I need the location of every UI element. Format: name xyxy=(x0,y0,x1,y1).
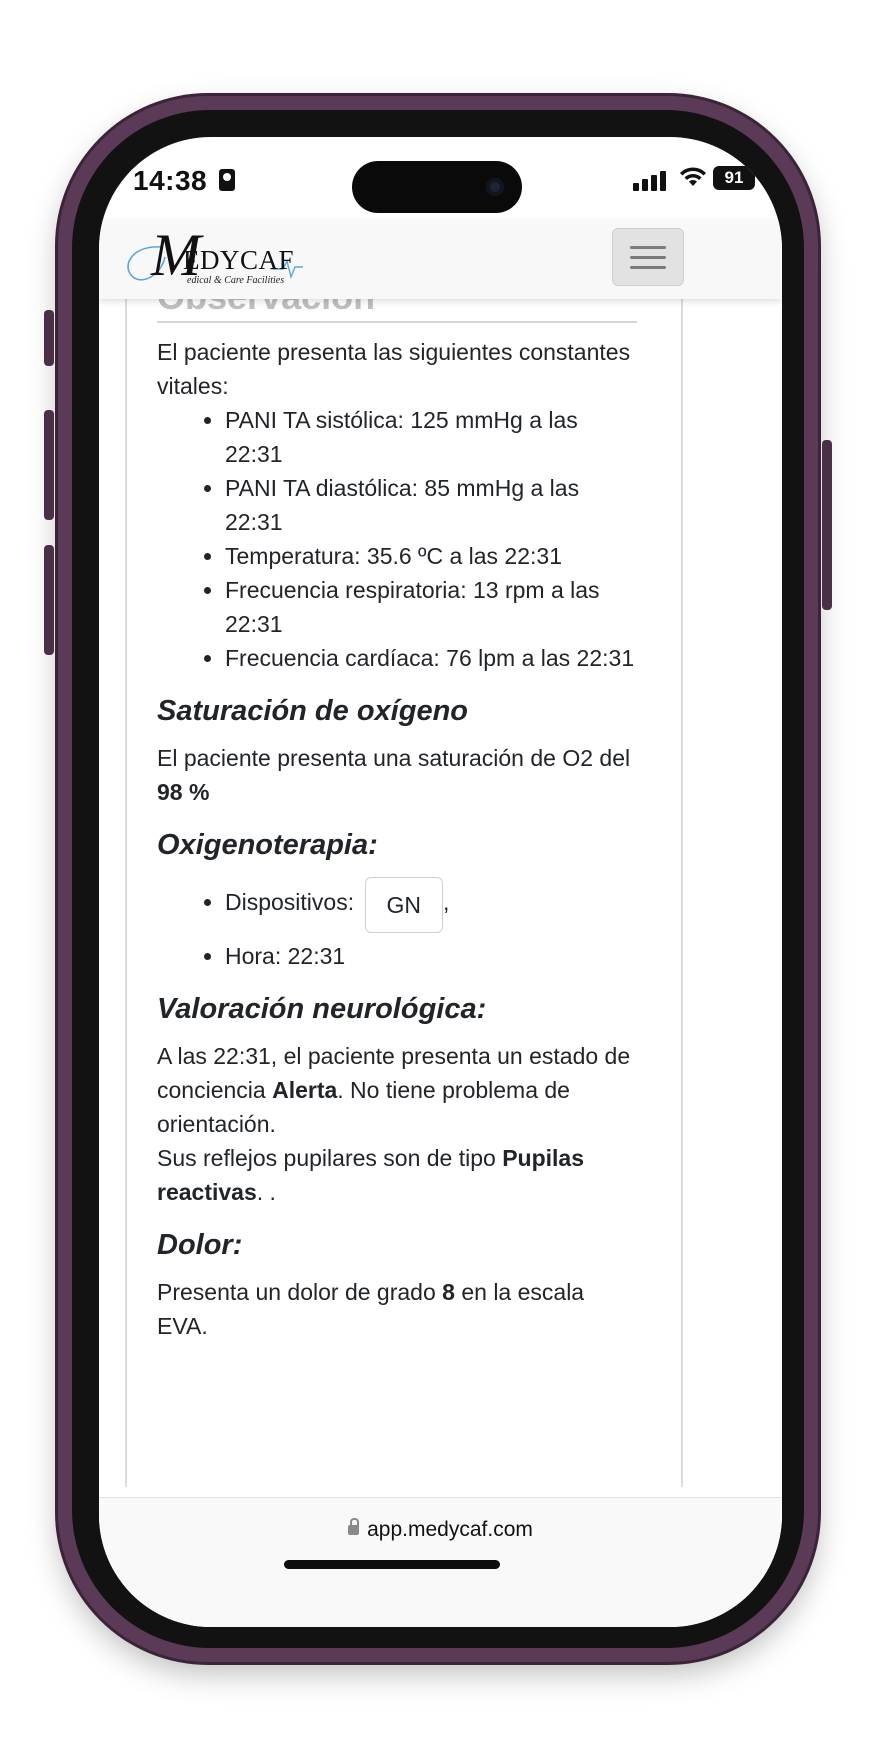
oxygen-therapy-heading: Oxigenoterapia: xyxy=(157,829,378,861)
home-indicator[interactable] xyxy=(284,1560,500,1569)
sim-card-icon xyxy=(219,169,235,191)
logo-tagline: edical & Care Facilities xyxy=(187,275,285,286)
saturation-heading: Saturación de oxígeno xyxy=(157,695,468,727)
url-text: app.medycaf.com xyxy=(367,1518,533,1541)
saturation-text: El paciente presenta una saturación de O… xyxy=(157,741,637,809)
logo-text: EDYCAF xyxy=(183,245,295,275)
list-item: PANI TA diastólica: 85 mmHg a las 22:31 xyxy=(225,471,637,539)
saturation-label: El paciente presenta una saturación de O… xyxy=(157,745,631,771)
front-camera-icon xyxy=(486,178,504,196)
hamburger-icon-bar xyxy=(630,266,666,269)
hamburger-icon xyxy=(630,246,666,249)
list-item: Temperatura: 35.6 ºC a las 22:31 xyxy=(225,539,637,573)
neuro-text-4: . . xyxy=(256,1179,276,1205)
pain-text: Presenta un dolor de grado 8 en la escal… xyxy=(157,1275,637,1343)
browser-url-bar[interactable]: app.medycaf.com xyxy=(99,1497,782,1627)
neuro-text: A las 22:31, el paciente presenta un est… xyxy=(157,1039,637,1209)
status-time: 14:38 xyxy=(133,165,208,196)
signal-icon xyxy=(633,167,673,191)
pain-grade: 8 xyxy=(442,1279,455,1305)
device-badge: GN xyxy=(364,877,443,933)
devices-label: Dispositivos: xyxy=(225,889,355,916)
report-content: Observación El paciente presenta las sig… xyxy=(157,287,637,1343)
list-item: Dispositivos: GN, xyxy=(225,875,637,933)
vitals-intro: El paciente presenta las siguientes cons… xyxy=(157,339,631,399)
neuro-text-3: Sus reflejos pupilares son de tipo xyxy=(157,1145,496,1171)
neuro-heading: Valoración neurológica: xyxy=(157,993,487,1025)
dynamic-island xyxy=(352,161,522,213)
volume-up-button xyxy=(44,410,54,520)
vitals-list: PANI TA sistólica: 125 mmHg a las 22:31 … xyxy=(157,403,637,675)
url-display[interactable]: app.medycaf.com xyxy=(99,1518,782,1542)
wifi-icon xyxy=(680,167,706,186)
device-separator: , xyxy=(443,889,450,916)
pain-heading: Dolor: xyxy=(157,1229,243,1261)
saturation-value: 98 % xyxy=(157,779,210,805)
power-button xyxy=(822,440,832,610)
hamburger-icon-bar xyxy=(630,256,666,259)
medycaf-logo[interactable]: M EDYCAF edical & Care Facilities xyxy=(121,223,321,293)
consciousness-value: Alerta xyxy=(272,1077,338,1103)
pain-text-1: Presenta un dolor de grado xyxy=(157,1279,436,1305)
lock-icon xyxy=(348,1518,360,1535)
oxygen-therapy-list: Dispositivos: GN, Hora: 22:31 xyxy=(157,875,637,973)
phone-screen: 14:38 91 M EDYCAF edical & Care Faciliti… xyxy=(99,137,782,1627)
list-item: PANI TA sistólica: 125 mmHg a las 22:31 xyxy=(225,403,637,471)
list-item: Frecuencia respiratoria: 13 rpm a las 22… xyxy=(225,573,637,641)
battery-indicator: 91 xyxy=(713,166,755,190)
list-item: Frecuencia cardíaca: 76 lpm a las 22:31 xyxy=(225,641,637,675)
action-button xyxy=(44,310,54,366)
volume-down-button xyxy=(44,545,54,655)
navbar: M EDYCAF edical & Care Facilities xyxy=(99,219,782,299)
list-item: Hora: 22:31 xyxy=(225,939,637,973)
menu-toggle-button[interactable] xyxy=(612,228,684,286)
